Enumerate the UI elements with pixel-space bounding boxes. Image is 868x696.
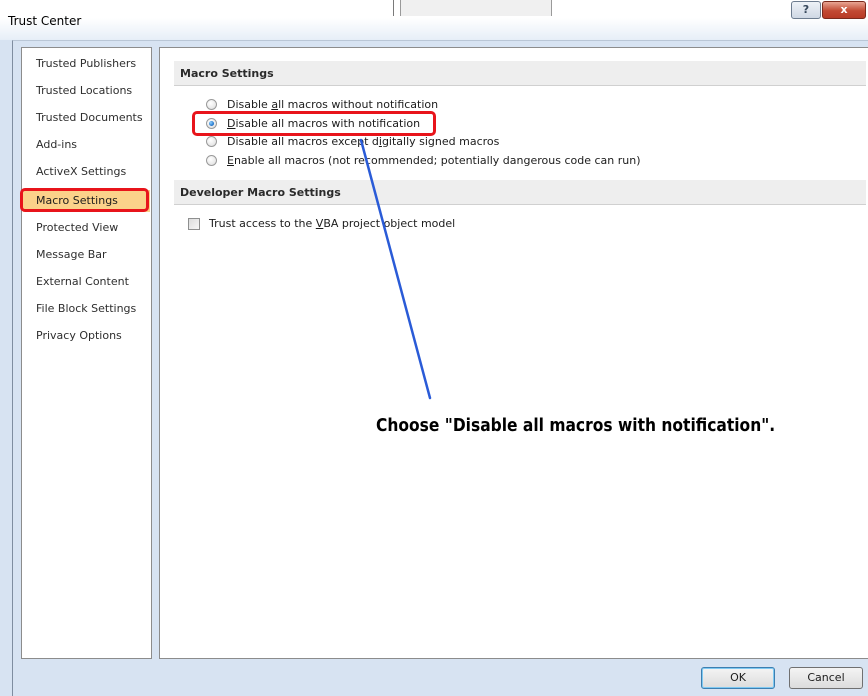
trust-center-dialog: Trust Center ? x Trusted Publishers Trus… [0, 0, 868, 696]
background-window [400, 0, 552, 16]
title-bar: Trust Center ? x [0, 0, 868, 40]
help-button[interactable]: ? [791, 1, 821, 19]
sidebar-item-macro-settings[interactable]: Macro Settings [23, 190, 150, 212]
sidebar-item-file-block-settings[interactable]: File Block Settings [23, 298, 150, 320]
radio-label: Disable all macros with notification [227, 117, 421, 130]
dialog-title: Trust Center [8, 14, 82, 28]
sidebar-item-external-content[interactable]: External Content [23, 271, 150, 293]
help-icon: ? [802, 3, 810, 16]
sidebar-item-trusted-documents[interactable]: Trusted Documents [23, 107, 150, 129]
radio-label: Disable all macros except digitally sign… [227, 135, 500, 148]
sidebar-item-protected-view[interactable]: Protected View [23, 217, 150, 239]
close-button[interactable]: x [822, 1, 866, 19]
ok-button[interactable]: OK [701, 667, 775, 689]
sidebar-item-trusted-locations[interactable]: Trusted Locations [23, 80, 150, 102]
radio-button-selected[interactable] [206, 118, 217, 129]
developer-macro-settings-header: Developer Macro Settings [174, 180, 866, 205]
radio-label: Enable all macros (not recommended; pote… [227, 154, 641, 167]
close-icon: x [840, 3, 848, 16]
sidebar-item-activex-settings[interactable]: ActiveX Settings [23, 161, 150, 183]
macro-settings-header: Macro Settings [174, 61, 866, 86]
radio-button[interactable] [206, 136, 217, 147]
trust-vba-access-checkbox[interactable] [188, 218, 200, 230]
sidebar-item-add-ins[interactable]: Add-ins [23, 134, 150, 156]
settings-pane: Macro Settings Disable all macros withou… [159, 47, 868, 659]
instruction-annotation: Choose "Disable all macros with notifica… [376, 415, 776, 436]
radio-button[interactable] [206, 99, 217, 110]
cancel-button[interactable]: Cancel [789, 667, 863, 689]
radio-button[interactable] [206, 155, 217, 166]
radio-label: Disable all macros without notification [227, 98, 439, 111]
sidebar-item-trusted-publishers[interactable]: Trusted Publishers [23, 53, 150, 75]
sidebar-item-privacy-options[interactable]: Privacy Options [23, 325, 150, 347]
sidebar-nav: Trusted Publishers Trusted Locations Tru… [21, 47, 152, 659]
sidebar-item-message-bar[interactable]: Message Bar [23, 244, 150, 266]
checkbox-label: Trust access to the VBA project object m… [209, 217, 456, 230]
